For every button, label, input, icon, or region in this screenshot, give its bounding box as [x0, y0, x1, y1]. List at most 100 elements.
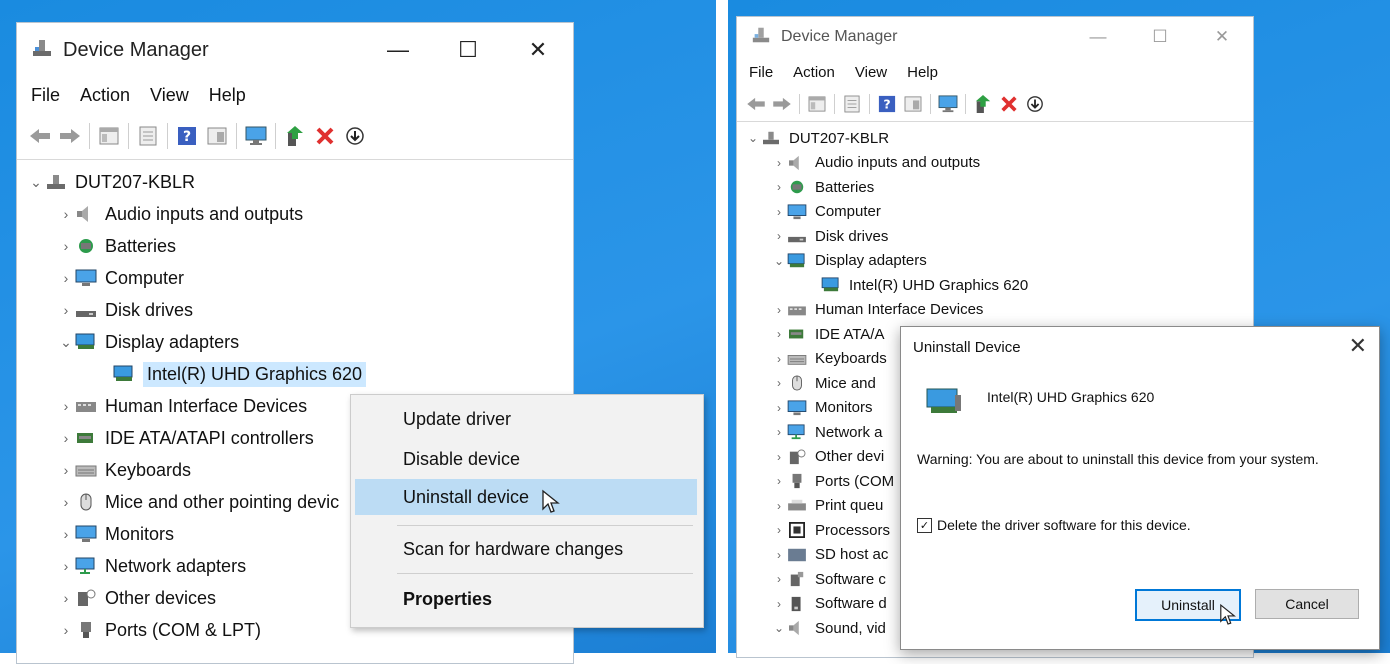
menu-file[interactable]: File [737, 64, 783, 81]
cancel-button[interactable]: Cancel [1255, 589, 1359, 619]
chevron-right-icon[interactable]: › [57, 270, 75, 286]
tree-root[interactable]: ⌄ DUT207-KBLR [737, 126, 1253, 151]
menu-view[interactable]: View [845, 64, 897, 81]
chevron-right-icon[interactable]: › [57, 558, 75, 574]
chevron-right-icon[interactable]: › [57, 206, 75, 222]
update-driver-icon[interactable] [283, 124, 307, 148]
chevron-right-icon[interactable]: › [771, 548, 787, 562]
chevron-down-icon[interactable]: ⌄ [27, 174, 45, 191]
chevron-right-icon[interactable]: › [771, 303, 787, 317]
menu-item-uninstall-device[interactable]: Uninstall device [355, 479, 697, 515]
menu-item-properties[interactable]: Properties [351, 581, 703, 617]
uninstall-x-icon[interactable] [999, 94, 1019, 114]
chevron-right-icon[interactable]: › [771, 499, 787, 513]
tree-category-computer[interactable]: › Computer [17, 262, 573, 294]
display-adapter-icon [75, 333, 97, 351]
tree-root[interactable]: ⌄ DUT207-KBLR [17, 166, 573, 198]
chevron-right-icon[interactable]: › [771, 156, 787, 170]
uninstall-x-icon[interactable] [313, 124, 337, 148]
menu-item-disable-device[interactable]: Disable device [351, 441, 703, 477]
show-hide-tree-icon[interactable] [97, 124, 121, 148]
chevron-right-icon[interactable]: › [57, 398, 75, 414]
minimize-button[interactable]: — [363, 23, 433, 77]
display-adapter-icon [787, 253, 807, 269]
chevron-right-icon[interactable]: › [57, 302, 75, 318]
tree-category-audio-inputs-and-outputs[interactable]: › Audio inputs and outputs [737, 151, 1253, 176]
tree-category-batteries[interactable]: › Batteries [17, 230, 573, 262]
properties-icon[interactable] [136, 124, 160, 148]
forward-arrow-icon[interactable] [772, 94, 792, 114]
chevron-right-icon[interactable]: › [57, 590, 75, 606]
title-bar[interactable]: Device Manager — ☐ ✕ [737, 17, 1253, 57]
view-icon[interactable] [205, 124, 229, 148]
tree-device-intel-r-uhd-graphics-620[interactable]: Intel(R) UHD Graphics 620 [17, 358, 573, 390]
chevron-right-icon[interactable]: › [57, 526, 75, 542]
chevron-right-icon[interactable]: › [771, 401, 787, 415]
tree-category-audio-inputs-and-outputs[interactable]: › Audio inputs and outputs [17, 198, 573, 230]
chevron-right-icon[interactable]: › [57, 238, 75, 254]
chevron-right-icon[interactable]: › [771, 572, 787, 586]
dialog-close-button[interactable]: ✕ [1349, 333, 1367, 359]
chevron-right-icon[interactable]: › [57, 622, 75, 638]
tree-category-disk-drives[interactable]: › Disk drives [17, 294, 573, 326]
help-icon[interactable]: ? [877, 94, 897, 114]
download-icon[interactable] [343, 124, 367, 148]
properties-icon[interactable] [842, 94, 862, 114]
close-button[interactable]: ✕ [503, 23, 573, 77]
chevron-right-icon[interactable]: › [771, 523, 787, 537]
forward-arrow-icon[interactable] [58, 124, 82, 148]
chevron-right-icon[interactable]: › [771, 352, 787, 366]
tree-item-label: Human Interface Devices [815, 301, 984, 319]
menu-item-update-driver[interactable]: Update driver [351, 401, 703, 437]
tree-category-disk-drives[interactable]: › Disk drives [737, 224, 1253, 249]
close-button[interactable]: ✕ [1191, 17, 1253, 57]
tree-category-display-adapters[interactable]: ⌄ Display adapters [17, 326, 573, 358]
chevron-down-icon[interactable]: ⌄ [771, 621, 787, 635]
chevron-right-icon[interactable]: › [771, 425, 787, 439]
delete-driver-checkbox[interactable]: ✓ Delete the driver software for this de… [917, 517, 1191, 533]
view-icon[interactable] [903, 94, 923, 114]
menu-view[interactable]: View [140, 85, 199, 106]
tree-category-display-adapters[interactable]: ⌄ Display adapters [737, 249, 1253, 274]
tree-device-intel-r-uhd-graphics-620[interactable]: Intel(R) UHD Graphics 620 [737, 273, 1253, 298]
maximize-button[interactable]: ☐ [1129, 17, 1191, 57]
checkbox-checked-icon[interactable]: ✓ [917, 517, 932, 533]
title-bar[interactable]: Device Manager — ☐ ✕ [17, 23, 573, 77]
chevron-right-icon[interactable]: › [771, 229, 787, 243]
show-hide-tree-icon[interactable] [807, 94, 827, 114]
tree-category-computer[interactable]: › Computer [737, 200, 1253, 225]
chevron-down-icon[interactable]: ⌄ [771, 254, 787, 268]
help-icon[interactable]: ? [175, 124, 199, 148]
menu-file[interactable]: File [17, 85, 70, 106]
menu-action[interactable]: Action [783, 64, 845, 81]
chevron-right-icon[interactable]: › [771, 205, 787, 219]
minimize-button[interactable]: — [1067, 17, 1129, 57]
keyboard-icon [75, 461, 97, 479]
download-icon[interactable] [1025, 94, 1045, 114]
menu-help[interactable]: Help [897, 64, 948, 81]
chevron-right-icon[interactable]: › [771, 474, 787, 488]
chevron-right-icon[interactable]: › [771, 450, 787, 464]
window-title: Device Manager [63, 38, 209, 61]
chevron-right-icon[interactable]: › [57, 430, 75, 446]
back-arrow-icon[interactable] [746, 94, 766, 114]
chevron-right-icon[interactable]: › [771, 376, 787, 390]
menu-action[interactable]: Action [70, 85, 140, 106]
update-driver-icon[interactable] [973, 94, 993, 114]
menu-item-scan-hardware[interactable]: Scan for hardware changes [351, 531, 703, 567]
tree-category-human-interface-devices[interactable]: › Human Interface Devices [737, 298, 1253, 323]
maximize-button[interactable]: ☐ [433, 23, 503, 77]
menu-help[interactable]: Help [199, 85, 256, 106]
monitor-icon[interactable] [244, 124, 268, 148]
monitor-icon[interactable] [938, 94, 958, 114]
tree-item-label: Network adapters [105, 555, 247, 576]
chevron-right-icon[interactable]: › [771, 597, 787, 611]
chevron-down-icon[interactable]: ⌄ [57, 334, 75, 351]
chevron-right-icon[interactable]: › [57, 494, 75, 510]
chevron-right-icon[interactable]: › [771, 327, 787, 341]
tree-category-batteries[interactable]: › Batteries [737, 175, 1253, 200]
chevron-right-icon[interactable]: › [771, 180, 787, 194]
back-arrow-icon[interactable] [28, 124, 52, 148]
chevron-right-icon[interactable]: › [57, 462, 75, 478]
chevron-down-icon[interactable]: ⌄ [745, 131, 761, 145]
